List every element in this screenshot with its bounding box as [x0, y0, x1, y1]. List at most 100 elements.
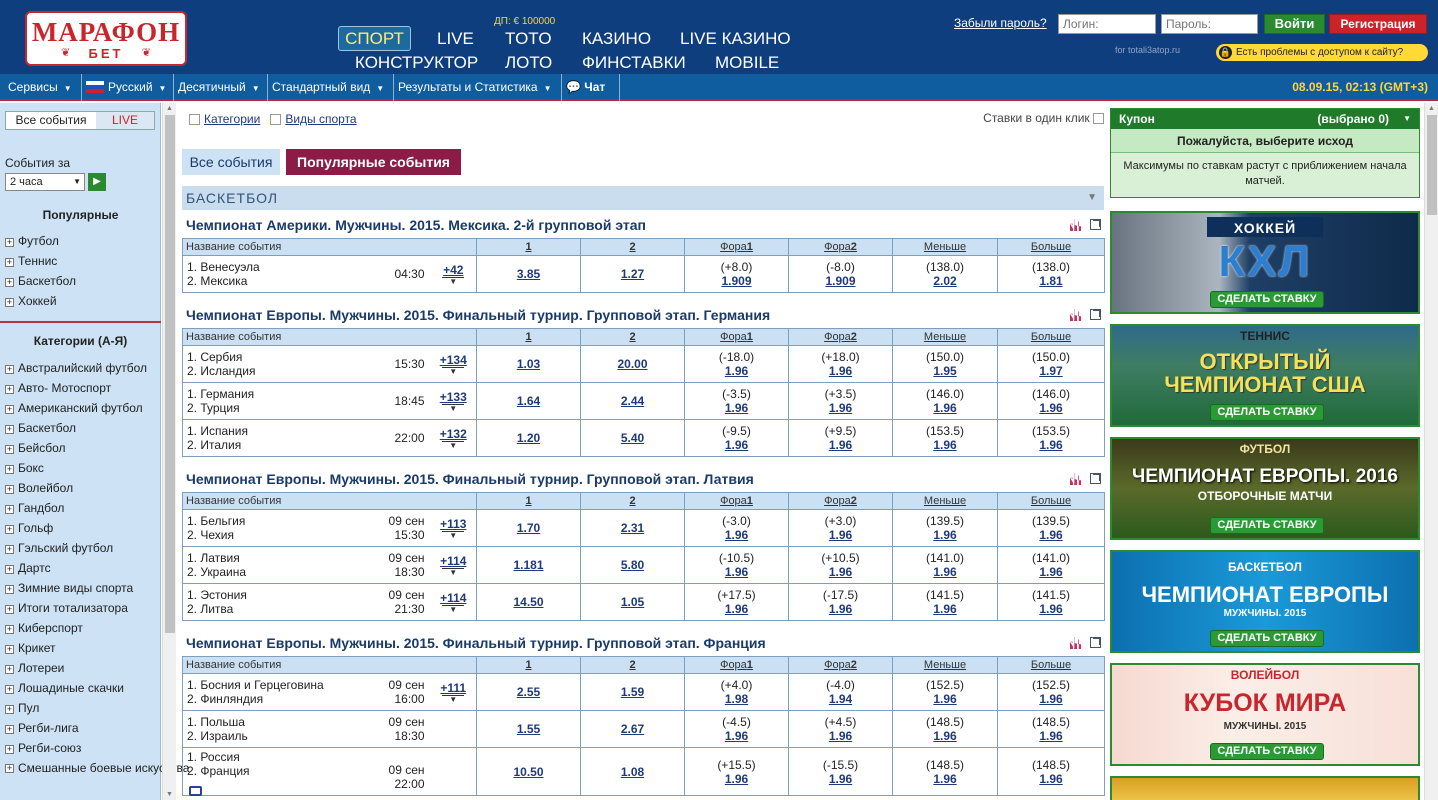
col-more-header[interactable]: Больше: [997, 656, 1105, 674]
odds-home-cell[interactable]: 3.85: [476, 255, 581, 293]
forgot-password-link[interactable]: Забыли пароль?: [954, 16, 1047, 30]
expand-icon[interactable]: +: [5, 705, 14, 714]
markets-count-cell[interactable]: +42 ▼: [430, 255, 477, 293]
event-name-cell[interactable]: 1. Венесуэла 2. Мексика 04:30: [182, 255, 431, 293]
col-less-header[interactable]: Меньше: [892, 238, 998, 256]
event-name-cell[interactable]: 1. Польша 2. Израиль 09 сен 18:30: [182, 710, 431, 748]
handicap1-cell[interactable]: (+4.0) 1.98: [684, 673, 789, 711]
total-more-cell[interactable]: (153.5) 1.96: [997, 419, 1105, 457]
expand-icon[interactable]: +: [5, 605, 14, 614]
total-less-cell[interactable]: (141.0) 1.96: [892, 546, 998, 584]
expand-icon[interactable]: +: [5, 725, 14, 734]
sports-checkbox[interactable]: [270, 114, 282, 125]
handicap2-cell[interactable]: (+10.5) 1.96: [788, 546, 893, 584]
odds-home-cell[interactable]: 2.55: [476, 673, 581, 711]
total-more-cell[interactable]: (146.0) 1.96: [997, 382, 1105, 420]
odds-home-cell[interactable]: 1.20: [476, 419, 581, 457]
nav-live-casino[interactable]: LIVE КАЗИНО: [680, 29, 791, 49]
banner-bet-button[interactable]: СДЕЛАТЬ СТАВКУ: [1210, 517, 1324, 534]
odds-home-cell[interactable]: 1.03: [476, 345, 581, 383]
handicap2-cell[interactable]: (+9.5) 1.96: [788, 419, 893, 457]
one-click-checkbox[interactable]: [1093, 113, 1104, 124]
expand-icon[interactable]: +: [5, 665, 14, 674]
col-fora2-header[interactable]: Фора2: [788, 238, 893, 256]
handicap1-cell[interactable]: (+15.5) 1.96: [684, 747, 789, 796]
odds-away-cell[interactable]: 5.80: [580, 546, 685, 584]
markets-count-cell[interactable]: +114 ▼: [430, 546, 477, 584]
total-more-cell[interactable]: (148.5) 1.96: [997, 747, 1105, 796]
col-less-header[interactable]: Меньше: [892, 656, 998, 674]
odds-away-cell[interactable]: 2.31: [580, 509, 685, 547]
handicap2-cell[interactable]: (+3.0) 1.96: [788, 509, 893, 547]
expand-icon[interactable]: +: [5, 425, 14, 434]
expand-icon[interactable]: +: [5, 465, 14, 474]
access-problem-link[interactable]: 🔒 Есть проблемы с доступом к сайту?: [1216, 44, 1428, 61]
col-fora1-header[interactable]: Фора1: [684, 656, 789, 674]
col-2-header[interactable]: 2: [580, 328, 685, 346]
markets-count-cell[interactable]: [430, 747, 477, 796]
odds-away-cell[interactable]: 20.00: [580, 345, 685, 383]
col-1-header[interactable]: 1: [476, 492, 581, 510]
statistics-icon[interactable]: [1070, 473, 1082, 485]
col-fora1-header[interactable]: Фора1: [684, 328, 789, 346]
expand-icon[interactable]: +: [5, 625, 14, 634]
col-less-header[interactable]: Меньше: [892, 328, 998, 346]
total-less-cell[interactable]: (150.0) 1.95: [892, 345, 998, 383]
league-title[interactable]: Чемпионат Европы. Мужчины. 2015. Финальн…: [182, 303, 1104, 328]
event-name-cell[interactable]: 1. Россия 2. Франция 09 сен 22:00: [182, 747, 431, 796]
expand-icon[interactable]: +: [5, 278, 14, 287]
sidebar-scrollbar[interactable]: ▲ ▼: [162, 103, 176, 800]
odds-home-cell[interactable]: 1.64: [476, 382, 581, 420]
period-go-button[interactable]: ▶: [88, 173, 106, 191]
total-less-cell[interactable]: (148.5) 1.96: [892, 747, 998, 796]
expand-icon[interactable]: +: [5, 238, 14, 247]
open-external-icon[interactable]: [1090, 219, 1101, 230]
open-external-icon[interactable]: [1090, 473, 1101, 484]
col-fora2-header[interactable]: Фора2: [788, 328, 893, 346]
handicap1-cell[interactable]: (-4.5) 1.96: [684, 710, 789, 748]
odds-home-cell[interactable]: 1.181: [476, 546, 581, 584]
banner-bet-button[interactable]: СДЕЛАТЬ СТАВКУ: [1210, 291, 1324, 308]
menu-services[interactable]: Сервисы ▼: [0, 74, 82, 101]
col-fora2-header[interactable]: Фора2: [788, 492, 893, 510]
handicap2-cell[interactable]: (-4.0) 1.94: [788, 673, 893, 711]
event-name-cell[interactable]: 1. Бельгия 2. Чехия 09 сен 15:30: [182, 509, 431, 547]
event-name-cell[interactable]: 1. Босния и Герцеговина 2. Финляндия 09 се…: [182, 673, 431, 711]
banner-volleyball[interactable]: ВОЛЕЙБОЛ КУБОК МИРА МУЖЧИНЫ. 2015 СДЕЛАТ…: [1110, 663, 1420, 766]
sidebar-item[interactable]: + Баскетбол: [5, 271, 76, 291]
categories-link[interactable]: Категории: [204, 112, 260, 126]
odds-home-cell[interactable]: 10.50: [476, 747, 581, 796]
login-button[interactable]: Войти: [1264, 14, 1325, 34]
nav-casino[interactable]: КАЗИНО: [582, 29, 651, 49]
col-more-header[interactable]: Больше: [997, 492, 1105, 510]
total-less-cell[interactable]: (139.5) 1.96: [892, 509, 998, 547]
col-1-header[interactable]: 1: [476, 238, 581, 256]
handicap2-cell[interactable]: (-15.5) 1.96: [788, 747, 893, 796]
sidebar-tab-all[interactable]: Все события: [6, 112, 96, 129]
expand-icon[interactable]: +: [5, 585, 14, 594]
sidebar-item[interactable]: + Хоккей: [5, 291, 76, 311]
event-name-cell[interactable]: 1. Латвия 2. Украина 09 сен 18:30: [182, 546, 431, 584]
expand-icon[interactable]: +: [5, 298, 14, 307]
event-name-cell[interactable]: 1. Сербия 2. Исландия 15:30: [182, 345, 431, 383]
total-less-cell[interactable]: (141.5) 1.96: [892, 583, 998, 621]
register-button[interactable]: Регистрация: [1329, 14, 1427, 34]
odds-away-cell[interactable]: 1.05: [580, 583, 685, 621]
expand-icon[interactable]: +: [5, 405, 14, 414]
login-input[interactable]: [1058, 14, 1156, 34]
col-1-header[interactable]: 1: [476, 328, 581, 346]
nav-live[interactable]: LIVE: [437, 29, 474, 49]
scrollbar-thumb[interactable]: [165, 115, 175, 633]
handicap1-cell[interactable]: (-3.5) 1.96: [684, 382, 789, 420]
event-name-cell[interactable]: 1. Испания 2. Италия 22:00: [182, 419, 431, 457]
handicap2-cell[interactable]: (+18.0) 1.96: [788, 345, 893, 383]
odds-away-cell[interactable]: 5.40: [580, 419, 685, 457]
handicap2-cell[interactable]: (-17.5) 1.96: [788, 583, 893, 621]
statistics-icon[interactable]: [1070, 637, 1082, 649]
col-fora1-header[interactable]: Фора1: [684, 492, 789, 510]
banner-bet-button[interactable]: СДЕЛАТЬ СТАВКУ: [1210, 630, 1324, 647]
col-less-header[interactable]: Меньше: [892, 492, 998, 510]
total-less-cell[interactable]: (146.0) 1.96: [892, 382, 998, 420]
col-more-header[interactable]: Больше: [997, 328, 1105, 346]
handicap1-cell[interactable]: (+17.5) 1.96: [684, 583, 789, 621]
